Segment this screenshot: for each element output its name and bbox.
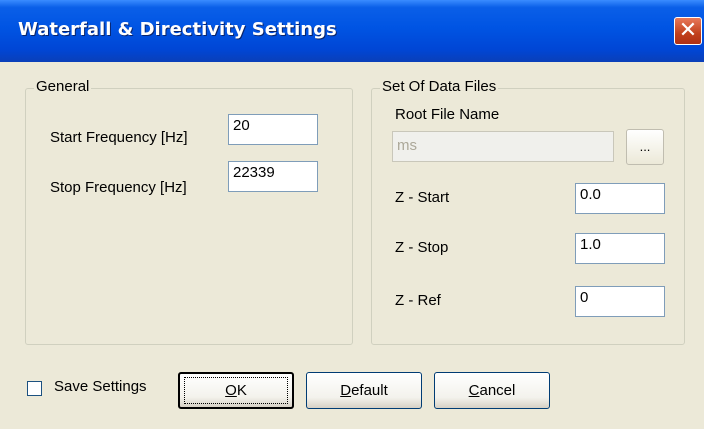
window-title: Waterfall & Directivity Settings (18, 19, 337, 40)
title-bar[interactable]: Waterfall & Directivity Settings ✕ (0, 0, 704, 62)
z-start-input[interactable]: 0.0 (575, 183, 665, 214)
data-files-legend: Set Of Data Files (380, 78, 499, 95)
save-settings-checkbox[interactable] (27, 381, 42, 396)
cancel-button-label: Cancel (468, 382, 516, 399)
root-file-name-input: ms (392, 131, 614, 162)
start-frequency-label: Start Frequency [Hz] (50, 129, 188, 146)
save-settings-label[interactable]: Save Settings (54, 378, 147, 395)
browse-button-label: ... (639, 139, 651, 154)
ok-button[interactable]: OK (178, 372, 294, 409)
z-ref-input[interactable]: 0 (575, 286, 665, 317)
focus-ring (184, 377, 288, 404)
z-stop-label: Z - Stop (395, 239, 449, 256)
root-file-name-label: Root File Name (395, 106, 500, 123)
stop-frequency-label: Stop Frequency [Hz] (50, 179, 187, 196)
start-frequency-input[interactable]: 20 (228, 114, 318, 145)
default-button[interactable]: Default (306, 372, 422, 409)
close-icon: ✕ (678, 18, 698, 43)
general-legend: General (34, 78, 92, 95)
browse-button[interactable]: ... (626, 129, 664, 165)
z-start-label: Z - Start (395, 189, 450, 206)
cancel-button[interactable]: Cancel (434, 372, 550, 409)
default-button-label: Default (340, 382, 388, 399)
dialog-body: General Start Frequency [Hz] 20 Stop Fre… (0, 62, 704, 429)
close-button[interactable]: ✕ (674, 17, 702, 45)
z-ref-label: Z - Ref (395, 292, 441, 309)
stop-frequency-input[interactable]: 22339 (228, 161, 318, 192)
z-stop-input[interactable]: 1.0 (575, 233, 665, 264)
